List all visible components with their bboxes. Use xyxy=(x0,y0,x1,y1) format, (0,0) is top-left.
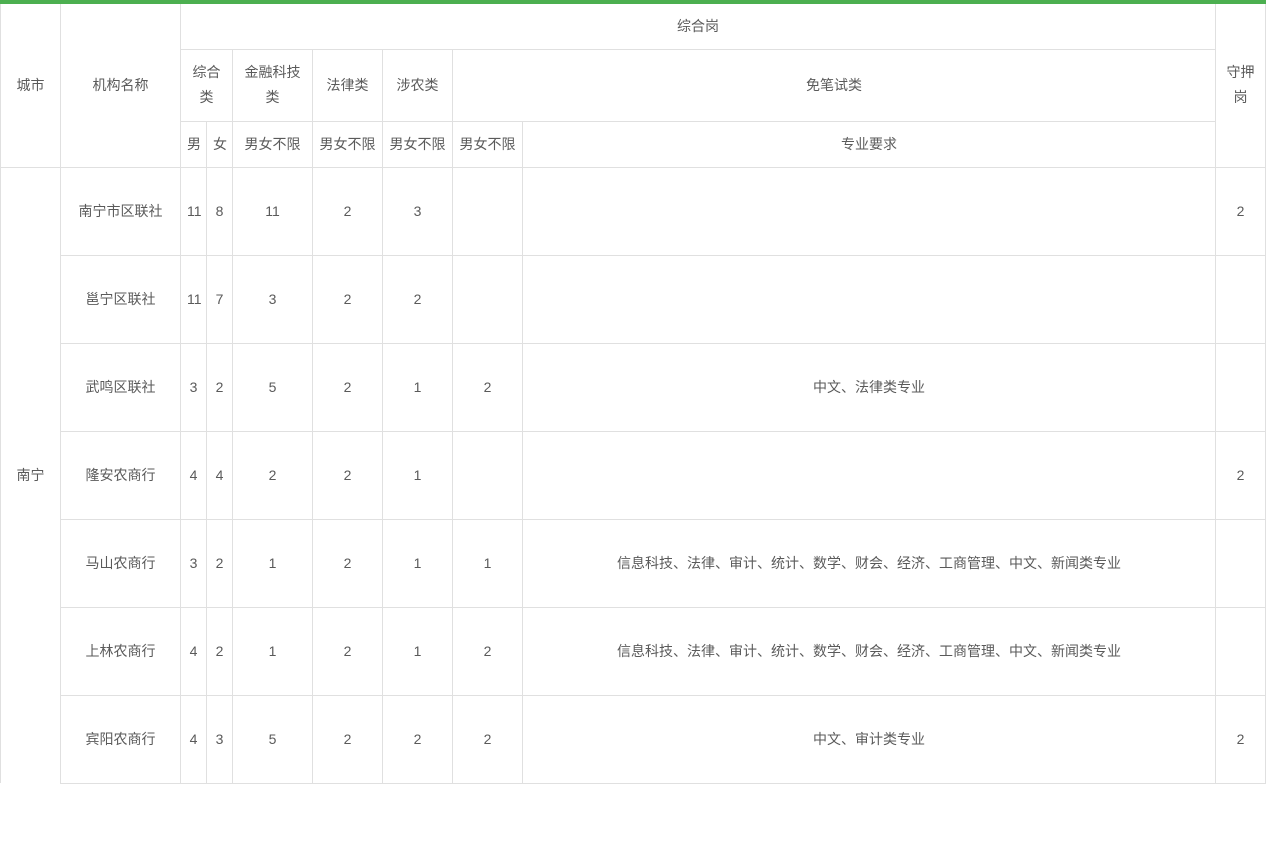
requirement-cell xyxy=(523,431,1216,519)
table-row: 武鸣区联社325212中文、法律类专业 xyxy=(1,343,1266,431)
header-agri-cat: 涉农类 xyxy=(383,50,453,121)
org-cell: 上林农商行 xyxy=(61,607,181,695)
requirement-cell: 信息科技、法律、审计、统计、数学、财会、经济、工商管理、中文、新闻类专业 xyxy=(523,519,1216,607)
male-cell: 4 xyxy=(181,695,207,783)
org-cell: 隆安农商行 xyxy=(61,431,181,519)
header-requirement: 专业要求 xyxy=(523,121,1216,167)
header-comprehensive-cat: 综合类 xyxy=(181,50,233,121)
header-law-unlimited: 男女不限 xyxy=(313,121,383,167)
female-cell: 8 xyxy=(207,167,233,255)
header-exempt-unlimited: 男女不限 xyxy=(453,121,523,167)
agri-cell: 3 xyxy=(383,167,453,255)
fintech-cell: 5 xyxy=(233,695,313,783)
exempt-num-cell xyxy=(453,167,523,255)
law-cell: 2 xyxy=(313,167,383,255)
org-cell: 南宁市区联社 xyxy=(61,167,181,255)
agri-cell: 2 xyxy=(383,255,453,343)
requirement-cell: 中文、审计类专业 xyxy=(523,695,1216,783)
agri-cell: 1 xyxy=(383,343,453,431)
header-city: 城市 xyxy=(1,3,61,167)
female-cell: 2 xyxy=(207,343,233,431)
header-exempt-cat: 免笔试类 xyxy=(453,50,1216,121)
fintech-cell: 2 xyxy=(233,431,313,519)
law-cell: 2 xyxy=(313,431,383,519)
exempt-num-cell: 2 xyxy=(453,695,523,783)
org-cell: 马山农商行 xyxy=(61,519,181,607)
recruitment-table: 城市 机构名称 综合岗 守押岗 综合类 金融科技类 法律类 涉农类 免笔试类 男… xyxy=(0,2,1266,784)
law-cell: 2 xyxy=(313,695,383,783)
header-fintech-cat: 金融科技类 xyxy=(233,50,313,121)
exempt-num-cell: 1 xyxy=(453,519,523,607)
guard-cell xyxy=(1216,343,1266,431)
guard-cell xyxy=(1216,607,1266,695)
org-cell: 宾阳农商行 xyxy=(61,695,181,783)
male-cell: 4 xyxy=(181,431,207,519)
requirement-cell: 信息科技、法律、审计、统计、数学、财会、经济、工商管理、中文、新闻类专业 xyxy=(523,607,1216,695)
agri-cell: 1 xyxy=(383,431,453,519)
table-body: 南宁南宁市区联社11811232邕宁区联社117322武鸣区联社325212中文… xyxy=(1,167,1266,783)
header-fintech-unlimited: 男女不限 xyxy=(233,121,313,167)
guard-cell: 2 xyxy=(1216,167,1266,255)
table-row: 宾阳农商行435222中文、审计类专业2 xyxy=(1,695,1266,783)
law-cell: 2 xyxy=(313,607,383,695)
male-cell: 3 xyxy=(181,519,207,607)
header-female: 女 xyxy=(207,121,233,167)
exempt-num-cell xyxy=(453,431,523,519)
table-row: 邕宁区联社117322 xyxy=(1,255,1266,343)
guard-cell: 2 xyxy=(1216,431,1266,519)
org-cell: 邕宁区联社 xyxy=(61,255,181,343)
recruitment-table-wrapper: 城市 机构名称 综合岗 守押岗 综合类 金融科技类 法律类 涉农类 免笔试类 男… xyxy=(0,0,1266,784)
guard-cell xyxy=(1216,255,1266,343)
header-comprehensive-post: 综合岗 xyxy=(181,3,1216,50)
fintech-cell: 1 xyxy=(233,607,313,695)
agri-cell: 2 xyxy=(383,695,453,783)
exempt-num-cell: 2 xyxy=(453,607,523,695)
table-row: 隆安农商行442212 xyxy=(1,431,1266,519)
law-cell: 2 xyxy=(313,255,383,343)
exempt-num-cell: 2 xyxy=(453,343,523,431)
table-header: 城市 机构名称 综合岗 守押岗 综合类 金融科技类 法律类 涉农类 免笔试类 男… xyxy=(1,3,1266,167)
male-cell: 11 xyxy=(181,255,207,343)
law-cell: 2 xyxy=(313,519,383,607)
guard-cell xyxy=(1216,519,1266,607)
table-row: 马山农商行321211信息科技、法律、审计、统计、数学、财会、经济、工商管理、中… xyxy=(1,519,1266,607)
city-cell: 南宁 xyxy=(1,167,61,783)
female-cell: 7 xyxy=(207,255,233,343)
female-cell: 2 xyxy=(207,519,233,607)
law-cell: 2 xyxy=(313,343,383,431)
female-cell: 2 xyxy=(207,607,233,695)
male-cell: 11 xyxy=(181,167,207,255)
agri-cell: 1 xyxy=(383,607,453,695)
header-agri-unlimited: 男女不限 xyxy=(383,121,453,167)
header-org: 机构名称 xyxy=(61,3,181,167)
org-cell: 武鸣区联社 xyxy=(61,343,181,431)
requirement-cell xyxy=(523,167,1216,255)
agri-cell: 1 xyxy=(383,519,453,607)
fintech-cell: 1 xyxy=(233,519,313,607)
header-law-cat: 法律类 xyxy=(313,50,383,121)
header-guard-post: 守押岗 xyxy=(1216,3,1266,167)
male-cell: 3 xyxy=(181,343,207,431)
female-cell: 4 xyxy=(207,431,233,519)
table-row: 上林农商行421212信息科技、法律、审计、统计、数学、财会、经济、工商管理、中… xyxy=(1,607,1266,695)
requirement-cell: 中文、法律类专业 xyxy=(523,343,1216,431)
guard-cell: 2 xyxy=(1216,695,1266,783)
fintech-cell: 3 xyxy=(233,255,313,343)
male-cell: 4 xyxy=(181,607,207,695)
header-male: 男 xyxy=(181,121,207,167)
exempt-num-cell xyxy=(453,255,523,343)
table-row: 南宁南宁市区联社11811232 xyxy=(1,167,1266,255)
fintech-cell: 5 xyxy=(233,343,313,431)
fintech-cell: 11 xyxy=(233,167,313,255)
requirement-cell xyxy=(523,255,1216,343)
female-cell: 3 xyxy=(207,695,233,783)
